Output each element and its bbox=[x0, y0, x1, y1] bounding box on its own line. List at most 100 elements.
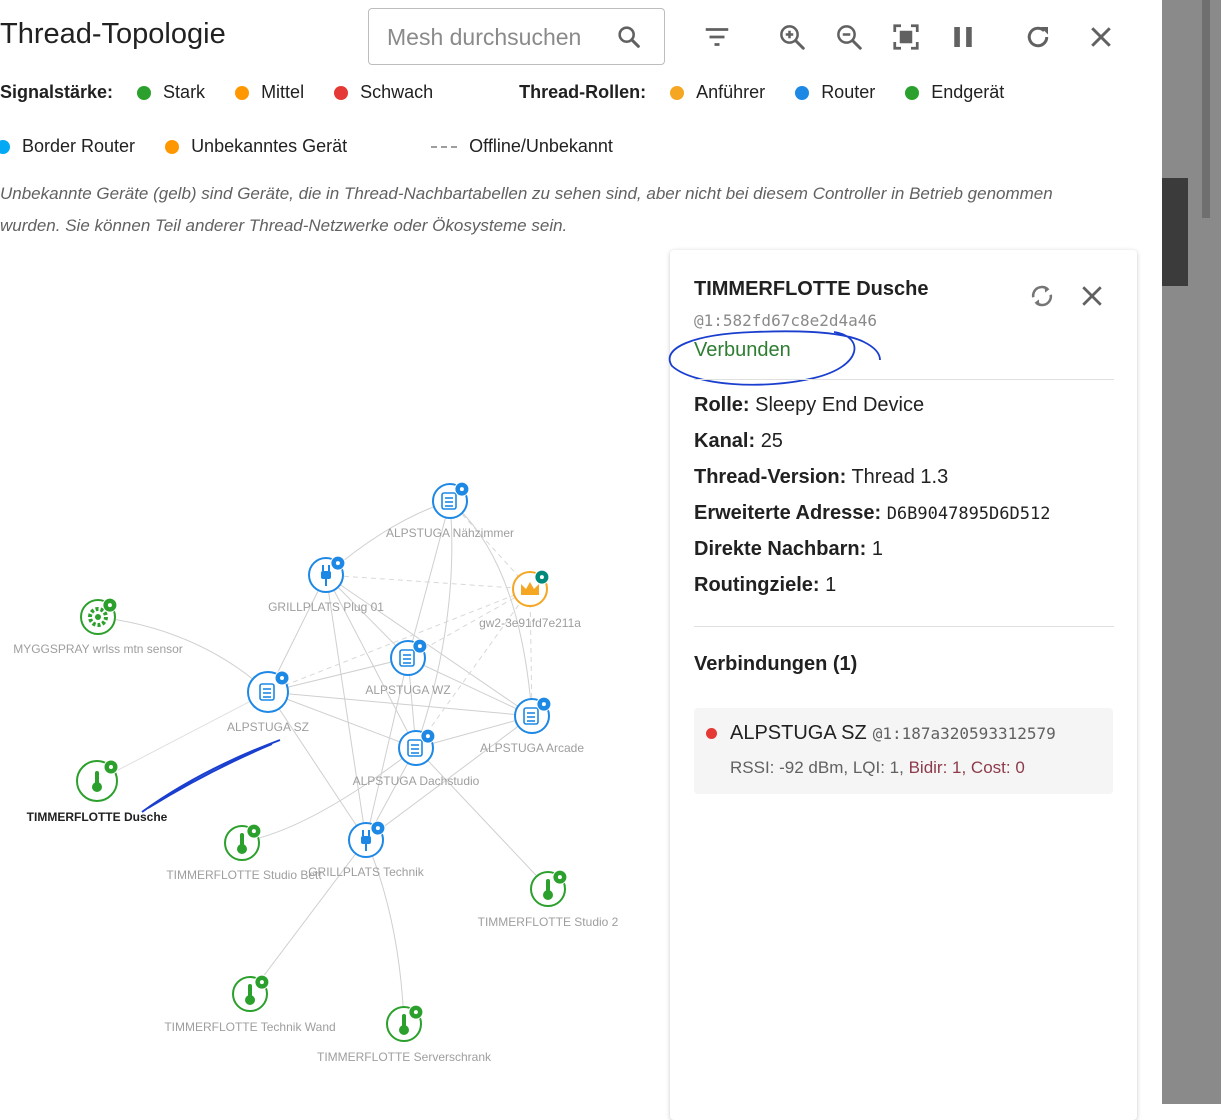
prop-label: Routingziele: bbox=[694, 574, 820, 596]
topology-graph[interactable]: ALPSTUGA Nähzimmer GRILLPLATS Plug 01 gw2-… bbox=[0, 250, 665, 1104]
pause-icon[interactable] bbox=[943, 17, 983, 57]
graph-nodes[interactable]: ALPSTUGA Nähzimmer GRILLPLATS Plug 01 gw2-… bbox=[13, 481, 619, 1064]
scrollbar-track[interactable] bbox=[1162, 0, 1221, 1104]
node-label: GRILLPLATS Technik bbox=[308, 865, 425, 879]
prop-role: Rolle: Sleepy End Device bbox=[694, 394, 924, 417]
node-label: ALPSTUGA Nähzimmer bbox=[386, 526, 514, 540]
scrollbar-thumb[interactable] bbox=[1162, 178, 1188, 286]
prop-label: Direkte Nachbarn: bbox=[694, 538, 867, 560]
sleep-badge-icon bbox=[552, 869, 568, 885]
node-gw2[interactable]: gw2-3e91fd7e211a bbox=[479, 569, 581, 630]
search-icon[interactable] bbox=[615, 23, 643, 56]
zoom-out-icon[interactable] bbox=[829, 17, 869, 57]
legend-item-border-router: Border Router bbox=[0, 136, 135, 157]
search-input[interactable] bbox=[387, 23, 617, 51]
node-naeh[interactable]: ALPSTUGA Nähzimmer bbox=[386, 481, 514, 540]
legend-item-mittel: Mittel bbox=[235, 82, 304, 103]
sleep-badge-icon bbox=[274, 670, 290, 686]
node-label: ALPSTUGA SZ bbox=[227, 720, 309, 734]
node-server[interactable]: TIMMERFLOTTE Serverschrank bbox=[317, 1004, 492, 1064]
connection-address: @1:187a320593312579 bbox=[872, 724, 1056, 743]
node-plug01[interactable]: GRILLPLATS Plug 01 bbox=[268, 555, 384, 614]
sleep-badge-icon bbox=[102, 597, 118, 613]
node-label: ALPSTUGA WZ bbox=[365, 683, 450, 697]
signal-legend-label: Signalstärke: bbox=[0, 82, 114, 102]
roles-legend-label: Thread-Rollen: bbox=[519, 82, 647, 102]
legend-item-offline: Offline/Unbekannt bbox=[431, 136, 613, 157]
node-label: TIMMERFLOTTE Dusche bbox=[27, 810, 168, 824]
node-dach[interactable]: ALPSTUGA Dachstudio bbox=[353, 728, 480, 788]
prop-value: 1 bbox=[871, 538, 883, 560]
dashed-edge bbox=[415, 588, 531, 749]
sync-icon[interactable] bbox=[1022, 276, 1062, 316]
zoom-in-icon[interactable] bbox=[772, 17, 812, 57]
fit-screen-icon[interactable] bbox=[886, 17, 926, 57]
node-studio2[interactable]: TIMMERFLOTTE Studio 2 bbox=[478, 869, 619, 929]
legend-row-2: Border Router Unbekanntes Gerät Offline/… bbox=[0, 136, 643, 157]
connection-bidir: Bidir: 1, Cost: 0 bbox=[908, 758, 1025, 777]
green-dot-icon bbox=[905, 85, 920, 100]
node-dusche[interactable]: TIMMERFLOTTE Dusche bbox=[27, 759, 168, 824]
search-box[interactable] bbox=[368, 8, 665, 65]
legend-item-end-device: Endgerät bbox=[905, 82, 1004, 103]
unknown-devices-note: Unbekannte Geräte (gelb) sind Geräte, di… bbox=[0, 184, 1053, 235]
leader-star-badge-icon bbox=[534, 569, 550, 585]
node-technik[interactable]: GRILLPLATS Technik bbox=[308, 820, 425, 879]
legend-item-leader: Anführer bbox=[670, 82, 765, 103]
refresh-icon[interactable] bbox=[1018, 17, 1058, 57]
node-label: gw2-3e91fd7e211a bbox=[479, 616, 581, 630]
page-title: Thread-Topologie bbox=[0, 18, 226, 50]
legend-label: Anführer bbox=[696, 82, 766, 102]
legend-item-router: Router bbox=[795, 82, 875, 103]
edge bbox=[325, 574, 367, 841]
connections-title: Verbindungen (1) bbox=[694, 653, 858, 675]
prop-direct-neighbors: Direkte Nachbarn: 1 bbox=[694, 538, 883, 561]
sleep-badge-icon bbox=[330, 555, 346, 571]
legend-label: Offline/Unbekannt bbox=[469, 136, 613, 156]
sleep-badge-icon bbox=[536, 696, 552, 712]
legend-label: Endgerät bbox=[931, 82, 1005, 102]
node-label: TIMMERFLOTTE Studio Bett bbox=[166, 868, 322, 882]
device-details-panel: TIMMERFLOTTE Dusche @1:582fd67c8e2d4a46 … bbox=[668, 250, 1137, 1120]
orange-dot-icon bbox=[235, 85, 250, 100]
prop-label: Erweiterte Adresse: bbox=[694, 502, 882, 524]
light-blue-dot-icon bbox=[0, 139, 10, 154]
node-bett[interactable]: TIMMERFLOTTE Studio Bett bbox=[166, 823, 322, 882]
blue-dot-icon bbox=[795, 85, 810, 100]
connection-card[interactable]: ALPSTUGA SZ @1:187a320593312579 RSSI: -92… bbox=[694, 708, 1113, 794]
node-wz[interactable]: ALPSTUGA WZ bbox=[365, 638, 451, 697]
red-dot-icon bbox=[334, 85, 349, 100]
sleep-badge-icon bbox=[454, 481, 470, 497]
prop-label: Rolle: bbox=[694, 394, 750, 416]
edge bbox=[415, 747, 549, 889]
prop-extended-address: Erweiterte Adresse: D6B9047895D6D512 bbox=[694, 502, 1050, 525]
panel-close-icon[interactable] bbox=[1072, 276, 1112, 316]
legend-label: Mittel bbox=[261, 82, 305, 102]
edge-selected bbox=[96, 691, 269, 782]
node-label: ALPSTUGA Arcade bbox=[480, 741, 584, 755]
orange-dot-icon bbox=[670, 85, 685, 100]
prop-value: D6B9047895D6D512 bbox=[886, 504, 1051, 524]
edge bbox=[267, 691, 367, 841]
close-icon[interactable] bbox=[1081, 17, 1121, 57]
legend-label: Unbekanntes Gerät bbox=[191, 136, 348, 156]
prop-label: Kanal: bbox=[694, 430, 756, 452]
node-wand[interactable]: TIMMERFLOTTE Technik Wand bbox=[164, 974, 336, 1034]
pen-annotation-stroke bbox=[141, 739, 281, 813]
sleep-badge-icon bbox=[246, 823, 262, 839]
scrollbar-edge bbox=[1202, 0, 1210, 218]
connection-name: ALPSTUGA SZ bbox=[730, 722, 867, 744]
sleep-badge-icon bbox=[412, 638, 428, 654]
prop-value: Thread 1.3 bbox=[851, 466, 949, 488]
legend-label: Stark bbox=[163, 82, 206, 102]
node-label: TIMMERFLOTTE Technik Wand bbox=[164, 1020, 335, 1034]
legend-item-unknown-device: Unbekanntes Gerät bbox=[165, 136, 347, 157]
prop-value: 1 bbox=[825, 574, 837, 596]
filter-icon[interactable] bbox=[697, 17, 737, 57]
node-label: MYGGSPRAY wrlss mtn sensor bbox=[13, 642, 183, 656]
legend-label: Schwach bbox=[360, 82, 434, 102]
prop-channel: Kanal: 25 bbox=[694, 430, 783, 453]
prop-routing-targets: Routingziele: 1 bbox=[694, 574, 836, 597]
node-myggspray[interactable]: MYGGSPRAY wrlss mtn sensor bbox=[13, 597, 183, 656]
sleep-badge-icon bbox=[420, 728, 436, 744]
